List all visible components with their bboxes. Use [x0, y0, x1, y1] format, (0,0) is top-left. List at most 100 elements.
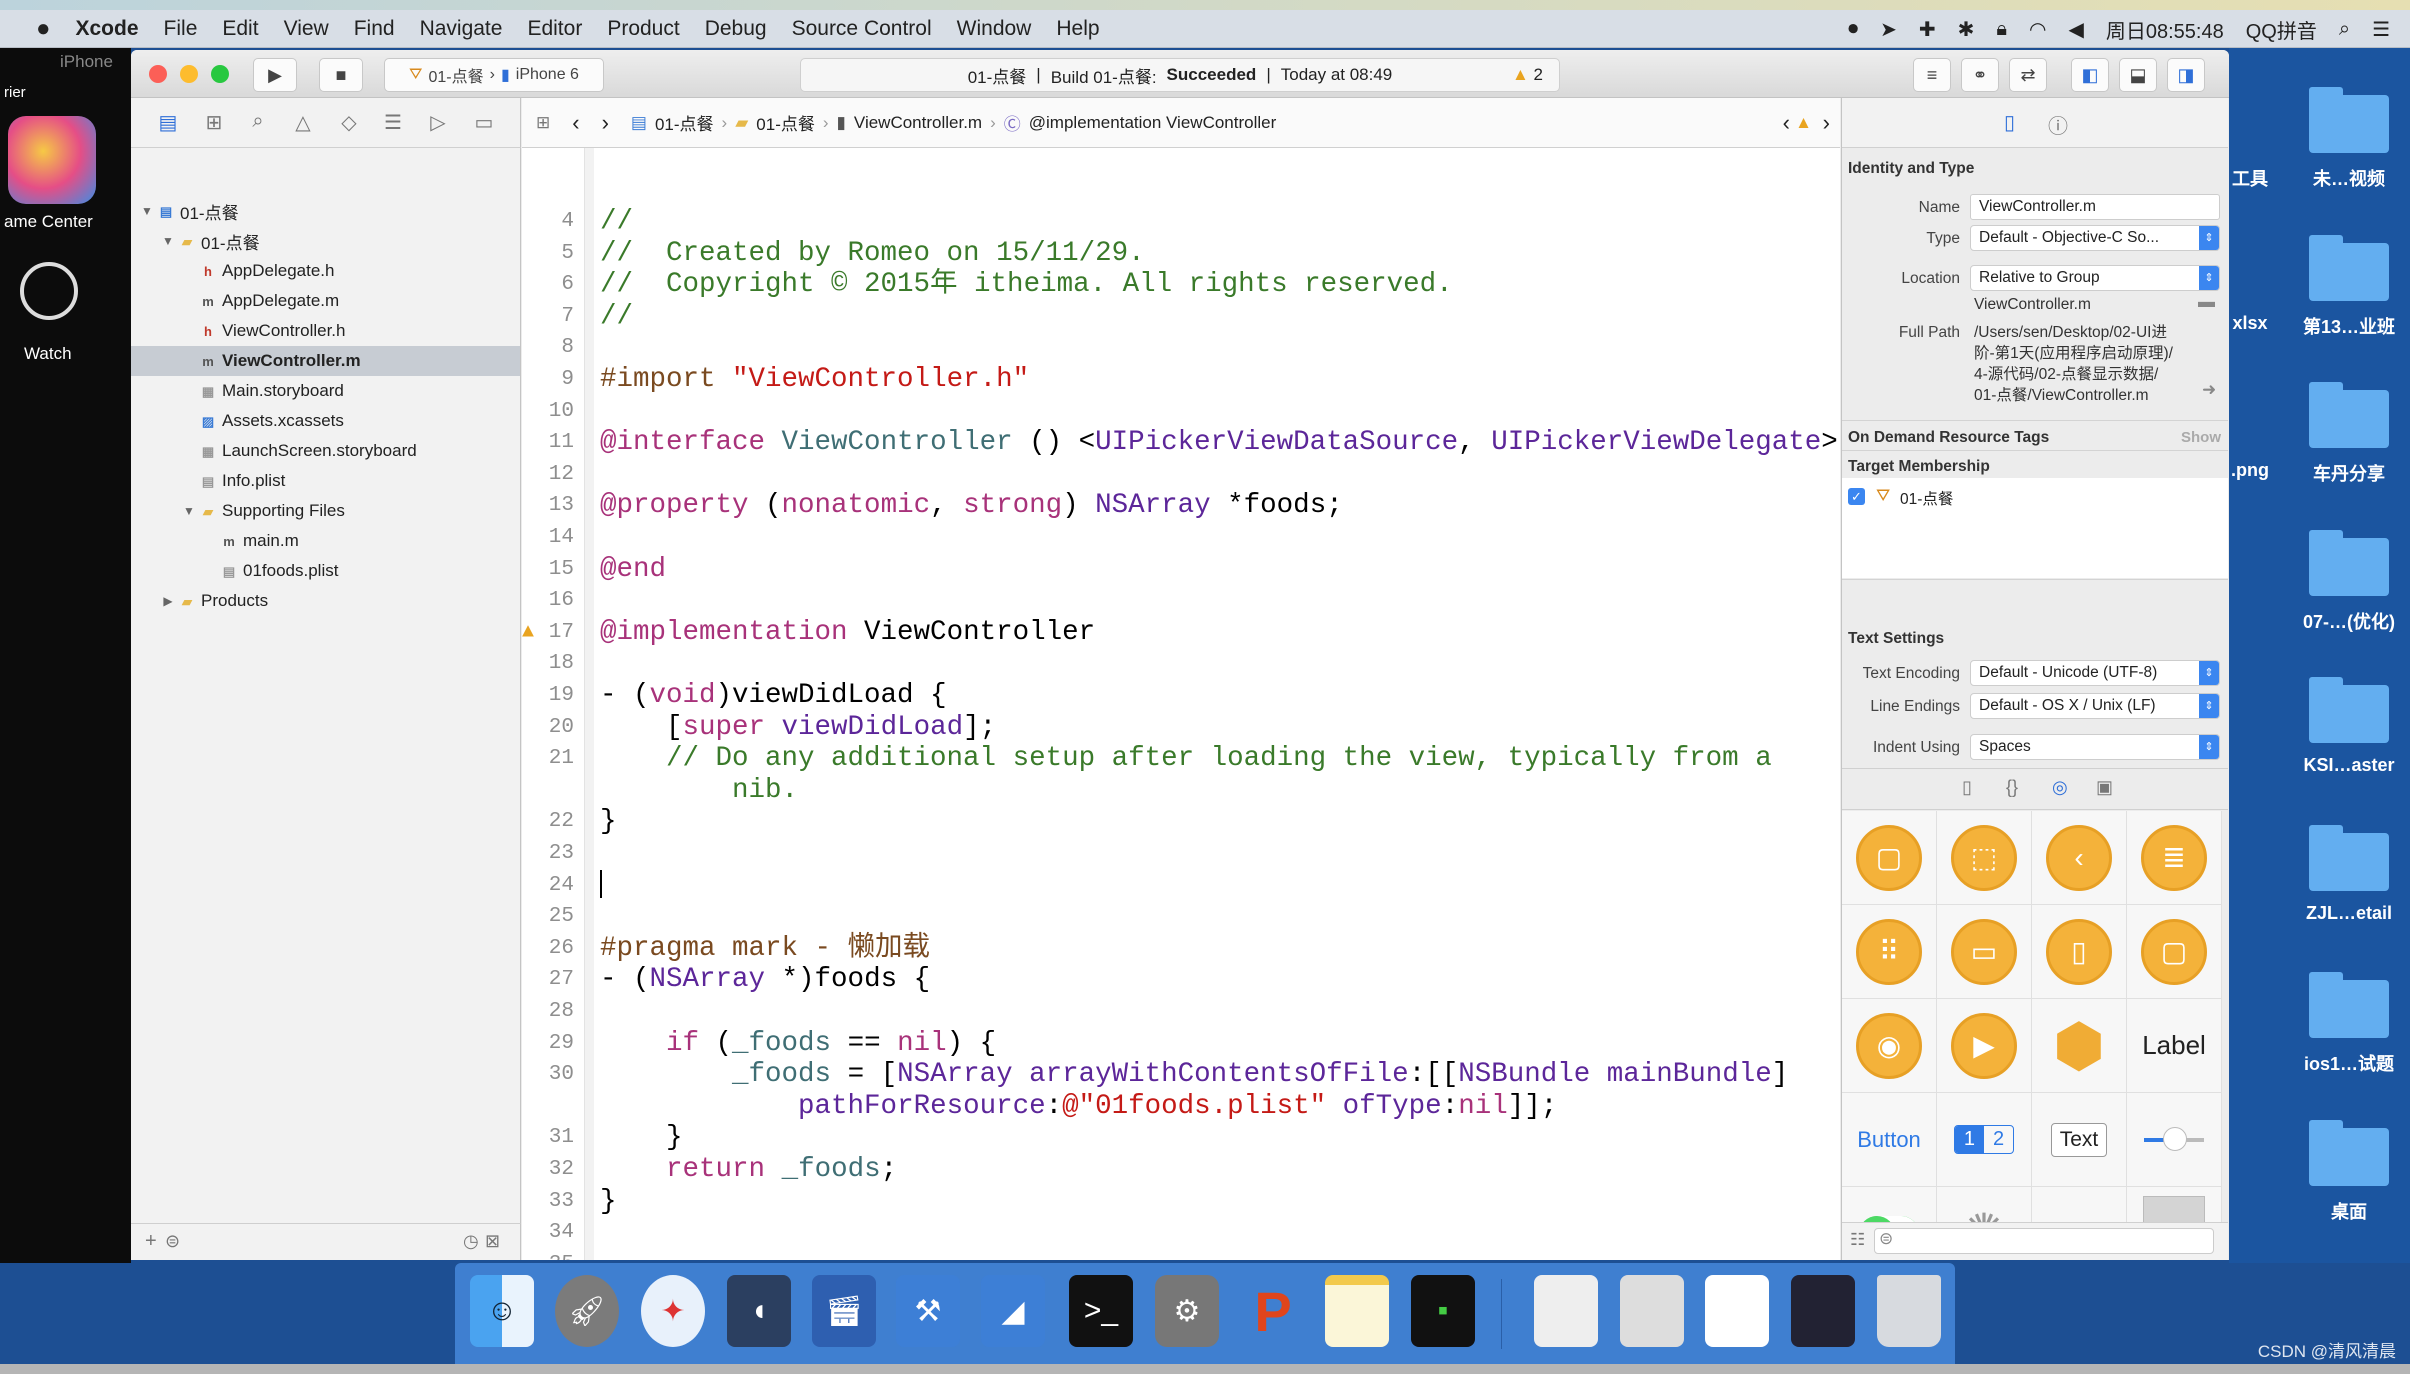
menu-source-control[interactable]: Source Control — [792, 17, 932, 41]
library-item-object[interactable]: ◉ — [1842, 999, 1937, 1093]
navigator-item[interactable]: ▦ Main.storyboard — [131, 376, 520, 406]
menu-window[interactable]: Window — [957, 17, 1032, 41]
object-library-icon[interactable]: ◎ — [2052, 777, 2068, 798]
version-editor-button[interactable]: ⇄ — [2009, 58, 2047, 92]
desktop-item-label[interactable]: 未…视频 — [2289, 165, 2409, 191]
code-line[interactable]: 24 — [522, 870, 1840, 902]
navigator-item[interactable]: m ViewController.m — [131, 346, 520, 376]
wifi-icon[interactable]: ◠ — [2029, 17, 2046, 42]
odr-show-button[interactable]: Show — [2181, 429, 2221, 446]
desktop-folder-icon[interactable] — [2309, 1119, 2389, 1186]
code-line[interactable]: 28 — [522, 996, 1840, 1028]
navigator-item[interactable]: ▤ Info.plist — [131, 466, 520, 496]
type-popup[interactable]: Default - Objective-C So... ⇕ — [1970, 225, 2220, 251]
menu-help[interactable]: Help — [1056, 17, 1099, 41]
menu-file[interactable]: File — [164, 17, 198, 41]
desktop-folder-icon[interactable] — [2309, 529, 2389, 596]
location-icon[interactable]: ➤ — [1880, 17, 1897, 42]
code-line[interactable]: 21 // Do any additional setup after load… — [522, 743, 1840, 775]
library-item-object-cube[interactable]: ⬢ — [2032, 999, 2127, 1093]
zoom-button[interactable] — [211, 65, 229, 83]
menu-xcode[interactable]: Xcode — [76, 17, 139, 41]
library-filter-field[interactable]: ⊜ — [1874, 1228, 2214, 1254]
navigator-item[interactable]: h ViewController.h — [131, 316, 520, 346]
lock-icon[interactable]: 🔒︎ — [1996, 18, 2007, 41]
back-button[interactable]: ‹ — [572, 110, 579, 136]
dock-p-app-icon[interactable]: P — [1241, 1275, 1305, 1347]
menu-product[interactable]: Product — [607, 17, 679, 41]
code-area[interactable]: 4 // 5 // Created by Romeo on 15/11/29. 6 // … — [522, 148, 1840, 1260]
debug-navigator-icon[interactable]: ☰ — [381, 110, 405, 135]
related-items-icon[interactable]: ⊞ — [536, 113, 550, 133]
breadcrumb-project[interactable]: 01-点餐 — [655, 110, 714, 135]
symbol-navigator-icon[interactable]: ⊞ — [202, 110, 226, 135]
spotlight-icon[interactable]: ⌕ — [2339, 18, 2350, 41]
file-template-icon[interactable]: ▯ — [1962, 777, 1972, 798]
navigator-item[interactable]: ▶ ▰ Products — [131, 586, 520, 616]
scheme-selector[interactable]: ⛛ 01-点餐 › ▮ iPhone 6 — [384, 58, 604, 92]
navigator-item[interactable]: h AppDelegate.h — [131, 256, 520, 286]
dock-trash-icon[interactable] — [1877, 1275, 1941, 1347]
standard-editor-button[interactable]: ≡ — [1913, 58, 1951, 92]
dock-window-1-icon[interactable] — [1534, 1275, 1598, 1347]
library-item-navigation-controller[interactable]: ‹ — [2032, 811, 2127, 905]
menu-view[interactable]: View — [284, 17, 329, 41]
recent-files-icon[interactable]: ◷ — [463, 1231, 479, 1252]
desktop-item-label[interactable]: ZJL…etail — [2289, 903, 2409, 924]
line-endings-popup[interactable]: Default - OS X / Unix (LF) ⇕ — [1970, 693, 2220, 719]
desktop-folder-icon[interactable] — [2309, 677, 2389, 743]
dock-window-3-icon[interactable] — [1705, 1275, 1769, 1347]
target-checkbox[interactable]: ✓ — [1848, 488, 1865, 505]
code-line[interactable]: 29 if (_foods == nil) { — [522, 1028, 1840, 1060]
code-line[interactable]: 14 — [522, 522, 1840, 554]
dock-finder-icon[interactable]: ☺ — [470, 1275, 534, 1347]
library-item-collection-view-controller[interactable]: ⠿ — [1842, 905, 1937, 999]
menu-edit[interactable]: Edit — [222, 17, 258, 41]
library-item-glkit-view-controller[interactable]: ▢ — [2127, 905, 2222, 999]
issue-warning-icon[interactable]: ▲ — [1795, 113, 1812, 133]
code-line[interactable]: 25 — [522, 901, 1840, 933]
previous-issue-button[interactable]: ‹ — [1783, 110, 1790, 136]
test-navigator-icon[interactable]: ◇ — [337, 110, 361, 135]
navigator-item[interactable]: ▼ ▤ 01-点餐 — [131, 196, 520, 226]
notification-center-icon[interactable]: ☰ — [2372, 17, 2390, 42]
dock-window-4-icon[interactable] — [1791, 1275, 1855, 1347]
code-line[interactable]: 15 @end — [522, 554, 1840, 586]
library-item-page-view-controller[interactable]: ▯ — [2032, 905, 2127, 999]
navigator-item[interactable]: ▼ ▰ 01-点餐 — [131, 226, 520, 256]
list-view-icon[interactable]: ☷ — [1850, 1230, 1865, 1250]
code-line[interactable]: pathForResource:@"01foods.plist" ofType:… — [522, 1091, 1840, 1123]
dock-launchpad-icon[interactable]: 🚀︎ — [555, 1275, 619, 1347]
code-line[interactable]: 22} — [522, 806, 1840, 838]
library-item-storyboard-reference[interactable]: ⬚ — [1937, 811, 2032, 905]
code-line[interactable]: 20 [super viewDidLoad]; — [522, 712, 1840, 744]
menu-navigate[interactable]: Navigate — [420, 17, 503, 41]
code-line[interactable]: 34 — [522, 1217, 1840, 1249]
navigator-item[interactable]: m AppDelegate.m — [131, 286, 520, 316]
library-item-slider[interactable] — [2127, 1093, 2222, 1187]
filter-icon[interactable]: ⊜ — [165, 1231, 180, 1252]
source-editor[interactable]: 4 // 5 // Created by Romeo on 15/11/29. 6 // … — [522, 148, 1840, 1260]
navigator-item[interactable]: ▤ 01foods.plist — [131, 556, 520, 586]
toggle-inspector-button[interactable]: ◨ — [2167, 58, 2205, 92]
library-item-button[interactable]: Button — [1842, 1093, 1937, 1187]
desktop-item-label[interactable]: 桌面 — [2289, 1198, 2409, 1224]
dock-console-icon[interactable]: ▪ — [1411, 1275, 1475, 1347]
breadcrumb-file[interactable]: ViewController.m — [854, 113, 982, 133]
close-button[interactable] — [149, 65, 167, 83]
dock-mouse-icon[interactable]: ◖ — [727, 1275, 791, 1347]
code-line[interactable]: 19 - (void)viewDidLoad { — [522, 680, 1840, 712]
library-item-segmented-control[interactable]: 12 — [1937, 1093, 2032, 1187]
toggle-debug-button[interactable]: ⬓ — [2119, 58, 2157, 92]
issue-navigator-icon[interactable]: △ — [291, 110, 315, 135]
breakpoint-navigator-icon[interactable]: ▷ — [426, 110, 450, 135]
navigator-item[interactable]: ▨ Assets.xcassets — [131, 406, 520, 436]
code-line[interactable]: 26 #pragma mark - 懒加载 — [522, 933, 1840, 965]
run-button[interactable]: ▶ — [253, 58, 297, 92]
library-item-text-field[interactable]: Text — [2032, 1093, 2127, 1187]
code-line[interactable]: 9 #import "ViewController.h" — [522, 364, 1840, 396]
warning-badge[interactable]: ▲ 2 — [1512, 65, 1543, 85]
code-line[interactable]: nib. — [522, 775, 1840, 807]
desktop-item-label[interactable]: 07-…(优化) — [2289, 608, 2409, 634]
dock-notes-icon[interactable] — [1325, 1275, 1389, 1347]
